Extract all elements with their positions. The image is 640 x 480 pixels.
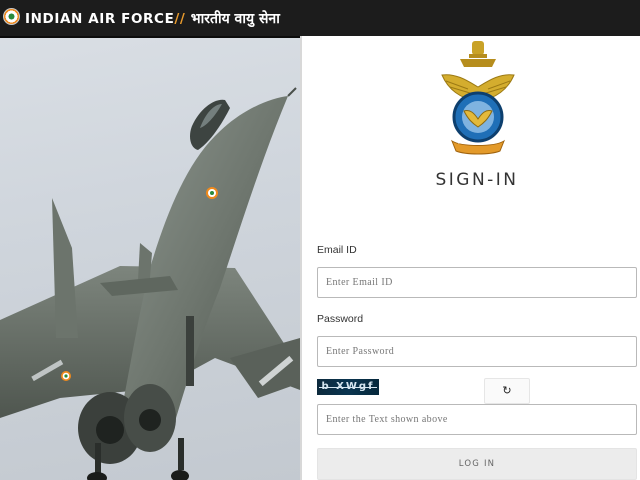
iaf-roundel-icon	[3, 8, 20, 25]
password-label: Password	[317, 313, 364, 325]
captcha-input[interactable]	[317, 404, 637, 435]
brand-separator: //	[174, 11, 186, 27]
top-header: INDIAN AIR FORCE// भारतीय वायु सेना	[0, 0, 640, 38]
brand-title: INDIAN AIR FORCE// भारतीय वायु सेना	[25, 9, 280, 28]
iaf-crest-emblem	[441, 41, 515, 155]
fighter-jet-image	[0, 87, 300, 480]
email-field[interactable]	[317, 267, 637, 298]
captcha-image: b XWgf	[317, 379, 379, 395]
signin-title: SIGN-IN	[435, 170, 519, 190]
brand-hindi: भारतीय वायु सेना	[190, 11, 280, 27]
login-button[interactable]: LOG IN	[317, 448, 637, 480]
hero-image-panel	[0, 38, 300, 480]
captcha-strike-line	[319, 387, 377, 388]
refresh-icon: ↻	[502, 384, 512, 397]
brand-english: INDIAN AIR FORCE	[25, 11, 175, 27]
captcha-refresh-button[interactable]: ↻	[484, 378, 530, 404]
password-field[interactable]	[317, 336, 637, 367]
email-label: Email ID	[317, 244, 357, 256]
signin-panel: SIGN-IN Email ID Password b XWgf ↻ LOG I…	[300, 36, 640, 480]
